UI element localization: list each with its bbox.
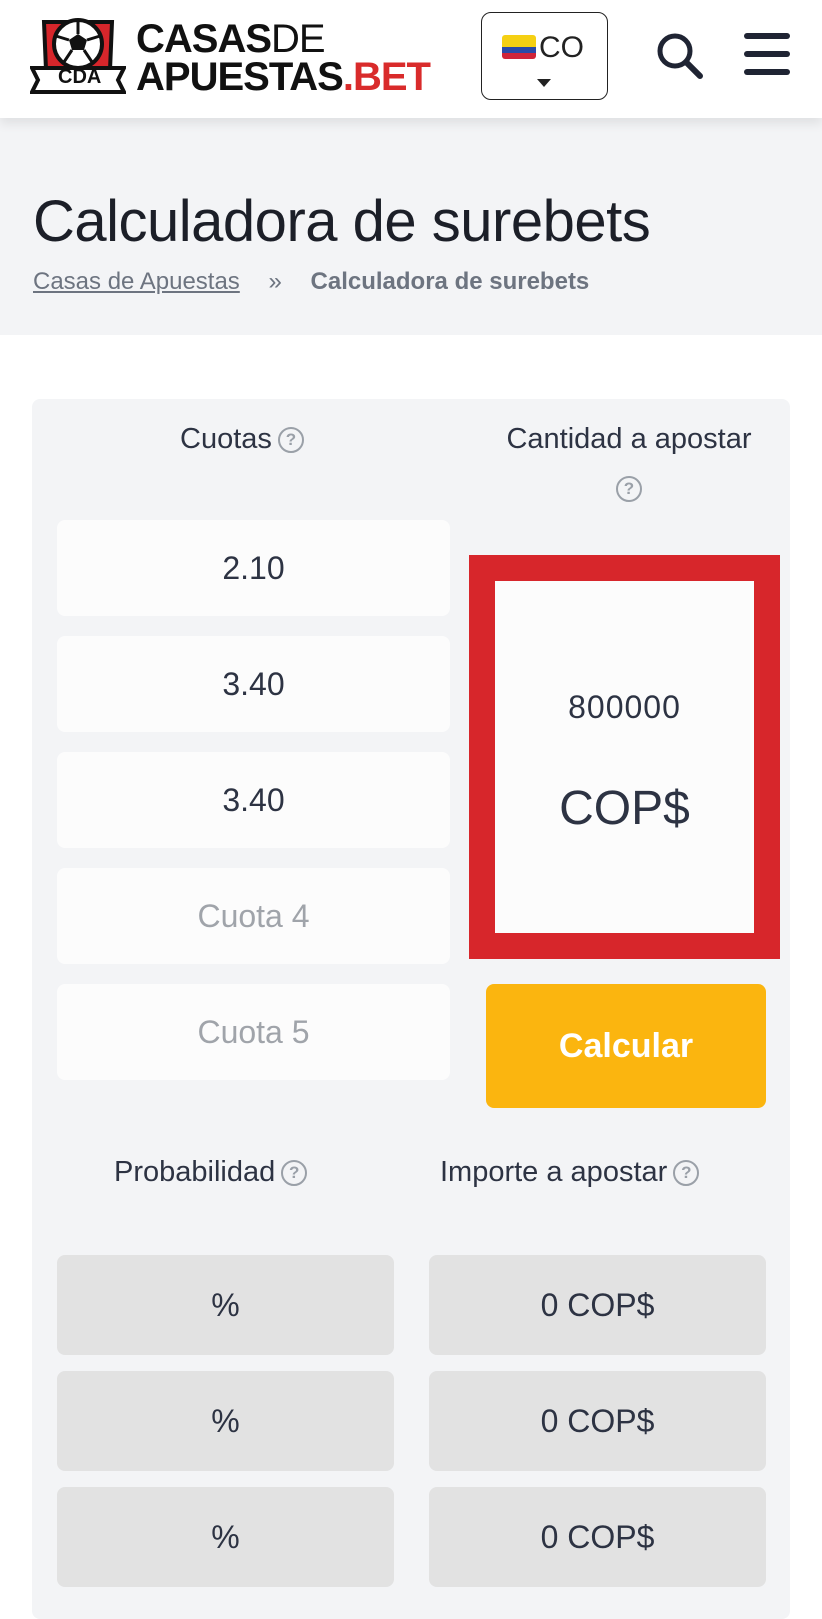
probability-result-1: % (57, 1255, 394, 1355)
help-icon[interactable]: ? (673, 1160, 700, 1187)
country-code: CO (539, 31, 584, 64)
probability-header: Probabilidad? (114, 1156, 308, 1189)
logo-text-line1: CASASDE (136, 17, 326, 61)
breadcrumb-current: Calculadora de surebets (310, 268, 590, 295)
hamburger-menu-icon[interactable] (744, 33, 790, 75)
breadcrumb-separator: » (268, 268, 282, 295)
logo-text-line2: APUESTAS.BET (136, 55, 431, 99)
odds-header: Cuotas? (180, 423, 304, 456)
stake-result-3: 0 COP$ (429, 1487, 766, 1587)
caret-down-icon (537, 79, 551, 87)
amount-highlight-frame: 800000 COP$ (469, 555, 780, 959)
amount-currency: COP$ (559, 782, 690, 835)
amount-header: Cantidad a apostar ? (468, 423, 790, 505)
page-title: Calculadora de surebets (33, 189, 651, 254)
amount-input[interactable]: 800000 COP$ (495, 581, 754, 933)
site-header: CDA CASASDE APUESTAS.BET CO (0, 0, 822, 118)
probability-result-2: % (57, 1371, 394, 1471)
odds-input-5[interactable]: Cuota 5 (57, 984, 450, 1080)
help-icon[interactable]: ? (277, 427, 304, 454)
breadcrumb-home-link[interactable]: Casas de Apuestas (33, 268, 240, 295)
help-icon[interactable]: ? (281, 1160, 308, 1187)
surebet-calculator: Cuotas? Cantidad a apostar ? 2.10 3.40 3… (32, 399, 790, 1619)
odds-input-1[interactable]: 2.10 (57, 520, 450, 616)
help-icon[interactable]: ? (616, 476, 642, 503)
breadcrumb: Casas de Apuestas » Calculadora de sureb… (33, 268, 589, 296)
site-logo[interactable]: CDA CASASDE APUESTAS.BET (30, 8, 460, 100)
search-icon[interactable] (654, 30, 706, 82)
calculate-button[interactable]: Calcular (486, 984, 766, 1108)
odds-input-2[interactable]: 3.40 (57, 636, 450, 732)
amount-value: 800000 (568, 689, 681, 725)
stake-result-2: 0 COP$ (429, 1371, 766, 1471)
odds-input-4[interactable]: Cuota 4 (57, 868, 450, 964)
probability-result-3: % (57, 1487, 394, 1587)
odds-input-3[interactable]: 3.40 (57, 752, 450, 848)
logo-badge-text: CDA (58, 66, 102, 88)
stake-result-1: 0 COP$ (429, 1255, 766, 1355)
colombia-flag-icon (502, 35, 536, 59)
page-title-section: Calculadora de surebets Casas de Apuesta… (0, 118, 822, 335)
stake-header: Importe a apostar? (440, 1156, 700, 1189)
country-selector[interactable]: CO (481, 12, 608, 100)
